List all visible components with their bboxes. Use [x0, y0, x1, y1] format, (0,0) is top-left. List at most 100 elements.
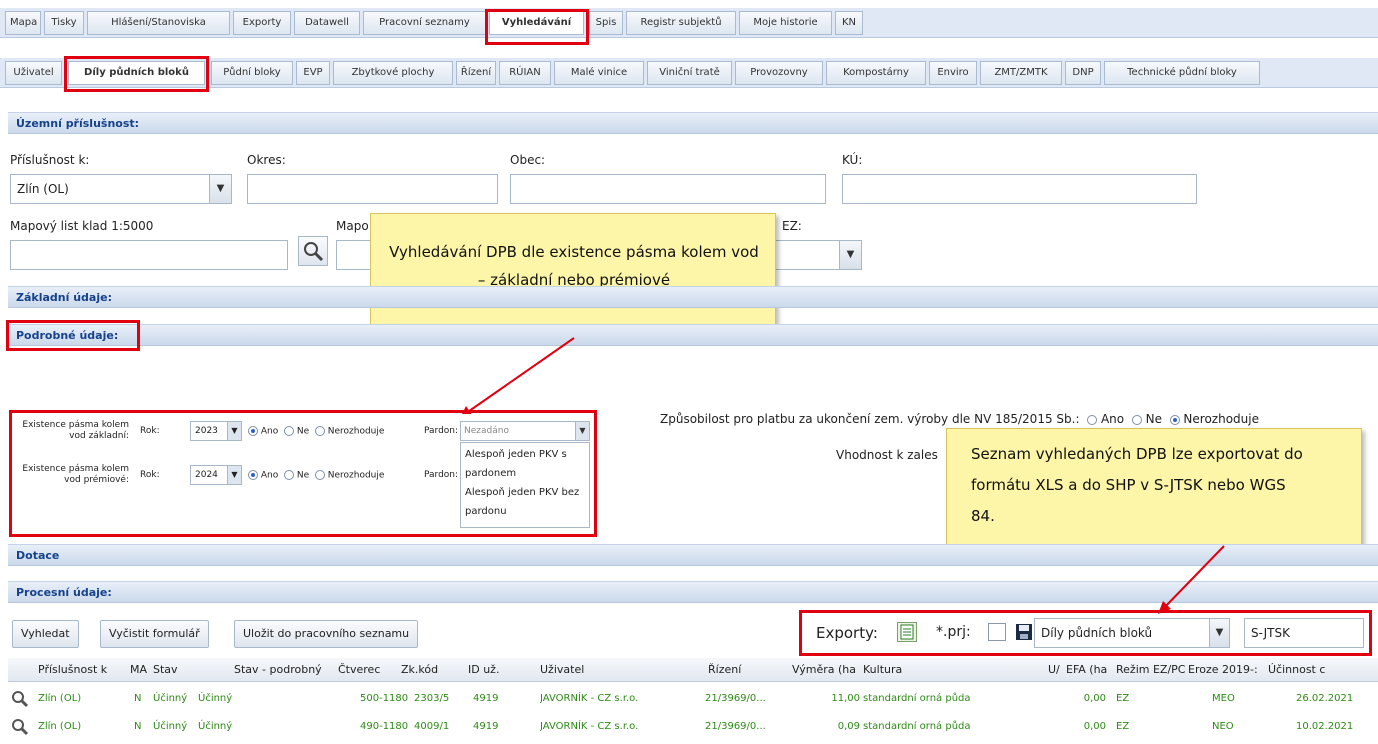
- arrow-to-exports: [1158, 545, 1225, 614]
- subtab-kompostarny[interactable]: Kompostárny: [826, 61, 926, 85]
- subtab-rizeni[interactable]: Řízení: [456, 61, 496, 85]
- subtab-male-vinice[interactable]: Malé vinice: [554, 61, 644, 85]
- subtab-pudni-bloky[interactable]: Půdní bloky: [211, 61, 293, 85]
- ku-label: KÚ:: [842, 153, 863, 167]
- cell-rezim: EZ: [1116, 693, 1130, 704]
- cell-kultura: standardní orná půda: [863, 721, 971, 732]
- cell-rizeni: 21/3969/0...: [705, 693, 766, 704]
- eligibility-ano-label: Ano: [1100, 412, 1125, 426]
- tab-moje-historie[interactable]: Moje historie: [739, 11, 832, 35]
- col-ma[interactable]: MA: [130, 658, 148, 682]
- col-stav[interactable]: Stav: [153, 658, 233, 682]
- col-ctverec[interactable]: Čtverec: [338, 658, 398, 682]
- okres-input[interactable]: [247, 174, 498, 204]
- col-stav-podrobny[interactable]: Stav - podrobný: [234, 658, 332, 682]
- okres-label: Okres:: [247, 153, 286, 167]
- highlight-podrobne-udaje: [6, 320, 140, 351]
- section-podrobne-udaje[interactable]: Podrobné údaje:: [8, 324, 1378, 346]
- prislusnost-label: Příslušnost k:: [10, 153, 90, 167]
- results-grid-header: Příslušnost k MA Stav Stav - podrobný Čt…: [8, 658, 1378, 682]
- highlight-export-toolbar: [799, 610, 1372, 656]
- cell-vymera: 0,09: [837, 721, 860, 732]
- magnifier-icon[interactable]: [10, 686, 32, 712]
- cell-efa: 0,00: [1083, 693, 1106, 704]
- tab-registr-subjektu[interactable]: Registr subjektů: [626, 11, 736, 35]
- search-icon[interactable]: [298, 236, 328, 266]
- subtab-technicke-pudni-bloky[interactable]: Technické půdní bloky: [1104, 61, 1260, 85]
- col-eroze[interactable]: Eroze 2019-:: [1188, 658, 1264, 682]
- cell-id-uz: 4919: [473, 693, 499, 704]
- cell-ma: N: [134, 693, 142, 704]
- cell-vymera: 11,00: [831, 693, 860, 704]
- cell-stav-podrobny: Účinný: [198, 693, 233, 704]
- tab-exporty[interactable]: Exporty: [233, 11, 291, 35]
- eligibility-radio-nerozhoduje[interactable]: [1169, 414, 1180, 425]
- save-to-list-button[interactable]: Uložit do pracovního seznamu: [234, 620, 419, 648]
- search-button[interactable]: Vyhledat: [12, 620, 79, 648]
- subtab-zbytkove-plochy[interactable]: Zbytkové plochy: [333, 61, 453, 85]
- col-uzivatel[interactable]: Uživatel: [540, 658, 700, 682]
- col-efa[interactable]: EFA (ha: [1066, 658, 1114, 682]
- table-row[interactable]: Zlín (OL) N Účinný Účinný 500-1180 2303/…: [8, 686, 1378, 712]
- callout-search-note: Vyhledávání DPB dle existence pásma kole…: [370, 213, 776, 338]
- subtab-ruian[interactable]: RÚIAN: [499, 61, 551, 85]
- col-prislusnost[interactable]: Příslušnost k: [38, 658, 124, 682]
- eligibility-label: Způsobilost pro platbu za ukončení zem. …: [660, 412, 1080, 426]
- tab-datawell[interactable]: Datawell: [294, 11, 360, 35]
- col-rizeni[interactable]: Řízení: [708, 658, 788, 682]
- cell-eroze: MEO: [1212, 693, 1235, 704]
- section-zakladni-udaje[interactable]: Základní údaje:: [8, 286, 1378, 308]
- chevron-down-icon[interactable]: ▼: [839, 241, 861, 269]
- highlight-dily-pudnich-bloku: [64, 56, 209, 92]
- callout-export-text: Seznam vyhledaných DPB lze exportovat do…: [971, 445, 1303, 525]
- subtab-vinicni-trate[interactable]: Viniční tratě: [647, 61, 732, 85]
- col-kultura[interactable]: Kultura: [863, 658, 1013, 682]
- tab-tisky[interactable]: Tisky: [44, 11, 84, 35]
- cell-ucinnost: 26.02.2021: [1296, 693, 1354, 704]
- cell-u: [1048, 714, 1062, 740]
- eligibility-radio-ne[interactable]: [1131, 414, 1142, 425]
- cell-stav-podrobny: Účinný: [198, 721, 233, 732]
- cell-ucinnost: 10.02.2021: [1296, 721, 1354, 732]
- col-id-uz[interactable]: ID už.: [468, 658, 528, 682]
- cell-rezim: EZ: [1116, 721, 1130, 732]
- prislusnost-select[interactable]: Zlín (OL) ▼: [10, 174, 232, 204]
- tab-mapa[interactable]: Mapa: [5, 11, 41, 35]
- clear-form-button[interactable]: Vyčistit formulář: [100, 620, 209, 648]
- subtab-dnp[interactable]: DNP: [1065, 61, 1101, 85]
- subtab-uzivatel[interactable]: Uživatel: [5, 61, 62, 85]
- cell-eroze: NEO: [1212, 721, 1234, 732]
- eligibility-row: Způsobilost pro platbu za ukončení zem. …: [660, 412, 1259, 426]
- cell-zk-kod: 2303/5: [414, 693, 450, 704]
- mapovy-list-input[interactable]: [10, 240, 288, 270]
- col-u[interactable]: U/: [1048, 658, 1064, 682]
- cell-ma: N: [134, 721, 142, 732]
- col-vymera[interactable]: Výměra (ha: [792, 658, 860, 682]
- ku-input[interactable]: [842, 174, 1197, 204]
- subtab-provozovny[interactable]: Provozovny: [735, 61, 823, 85]
- tab-pracovni-seznamy[interactable]: Pracovní seznamy: [363, 11, 486, 35]
- section-uzemni-prislusnost[interactable]: Územní příslušnost:: [8, 112, 1378, 134]
- col-zk-kod[interactable]: Zk.kód: [401, 658, 457, 682]
- highlight-vyhledavani: [485, 9, 589, 45]
- magnifier-icon[interactable]: [10, 714, 32, 740]
- tab-spis[interactable]: Spis: [589, 11, 623, 35]
- cell-prislusnost: Zlín (OL): [38, 693, 82, 704]
- cell-zk-kod: 4009/1: [414, 721, 450, 732]
- subtab-enviro[interactable]: Enviro: [929, 61, 977, 85]
- table-row[interactable]: Zlín (OL) N Účinný Účinný 490-1180 4009/…: [8, 714, 1378, 740]
- cell-uzivatel: JAVORNÍK - CZ s.r.o.: [540, 721, 639, 732]
- obec-input[interactable]: [510, 174, 826, 204]
- eligibility-radio-ano[interactable]: [1087, 414, 1098, 425]
- tab-kn[interactable]: KN: [835, 11, 863, 35]
- col-rezim[interactable]: Režim EZ/PC: [1116, 658, 1186, 682]
- col-ucinnost[interactable]: Účinnost c: [1268, 658, 1378, 682]
- tab-hlaseni[interactable]: Hlášení/Stanoviska: [87, 11, 230, 35]
- subtab-zmt-zmtk[interactable]: ZMT/ZMTK: [980, 61, 1062, 85]
- ez-label: EZ:: [782, 219, 802, 233]
- mapo-label: Mapo: [336, 219, 369, 233]
- obec-label: Obec:: [510, 153, 546, 167]
- cell-ctverec: 500-1180: [360, 693, 409, 704]
- subtab-evp[interactable]: EVP: [296, 61, 330, 85]
- chevron-down-icon[interactable]: ▼: [209, 175, 231, 203]
